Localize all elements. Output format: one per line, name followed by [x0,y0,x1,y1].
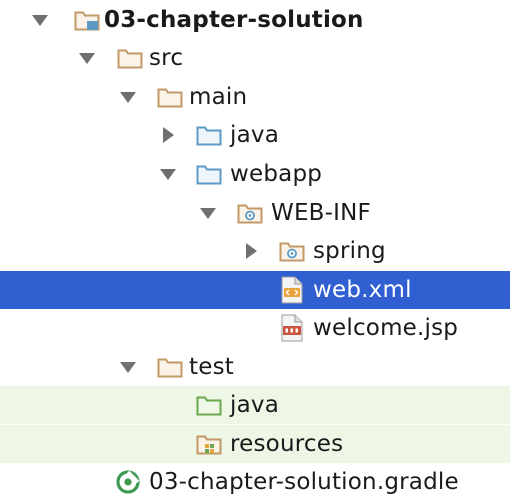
web-folder-icon [237,201,263,225]
tree-label: test [189,354,234,380]
test-resources-folder-icon [196,432,222,456]
source-folder-icon [196,123,222,147]
tree-row-welcome-jsp[interactable]: welcome.jsp [0,309,510,347]
tree-row-test-java[interactable]: java [0,386,510,424]
chevron-down-icon[interactable] [157,163,179,185]
tree-row-test-resources[interactable]: resources [0,425,510,463]
tree-label: main [189,84,248,110]
xml-file-icon [281,276,303,304]
tree-label: WEB-INF [271,200,371,226]
tree-label: java [230,392,279,418]
gradle-file-icon [115,469,141,495]
folder-icon [157,355,183,379]
tree-label: web.xml [313,277,412,303]
web-folder-icon [279,239,305,263]
folder-icon [117,46,143,70]
tree-label: resources [230,431,344,457]
tree-label: src [149,45,184,71]
chevron-down-icon[interactable] [117,86,139,108]
tree-row-spring[interactable]: spring [0,232,510,270]
chevron-right-icon[interactable] [240,240,262,262]
project-tree: 03-chapter-solution src main java webapp… [0,0,510,500]
tree-label: 03-chapter-solution [104,7,364,33]
tree-row-project[interactable]: 03-chapter-solution [0,1,510,39]
folder-icon [157,85,183,109]
tree-row-src[interactable]: src [0,39,510,77]
tree-row-test[interactable]: test [0,348,510,386]
web-folder-icon [196,162,222,186]
chevron-down-icon[interactable] [117,356,139,378]
tree-row-main[interactable]: main [0,78,510,116]
tree-row-main-java[interactable]: java [0,116,510,154]
tree-row-web-xml[interactable]: web.xml [0,271,510,309]
tree-row-gradle-file[interactable]: 03-chapter-solution.gradle [0,463,510,500]
tree-label: spring [313,238,386,264]
chevron-right-icon[interactable] [157,124,179,146]
tree-row-web-inf[interactable]: WEB-INF [0,194,510,232]
tree-label: welcome.jsp [313,315,459,341]
tree-label: 03-chapter-solution.gradle [149,469,459,495]
chevron-down-icon[interactable] [197,202,219,224]
chevron-down-icon[interactable] [29,9,51,31]
tree-row-webapp[interactable]: webapp [0,155,510,193]
tree-label: java [230,122,279,148]
chevron-down-icon[interactable] [76,47,98,69]
test-source-folder-icon [196,393,222,417]
jsp-file-icon [281,314,303,342]
tree-label: webapp [230,161,323,187]
project-folder-icon [74,8,100,32]
